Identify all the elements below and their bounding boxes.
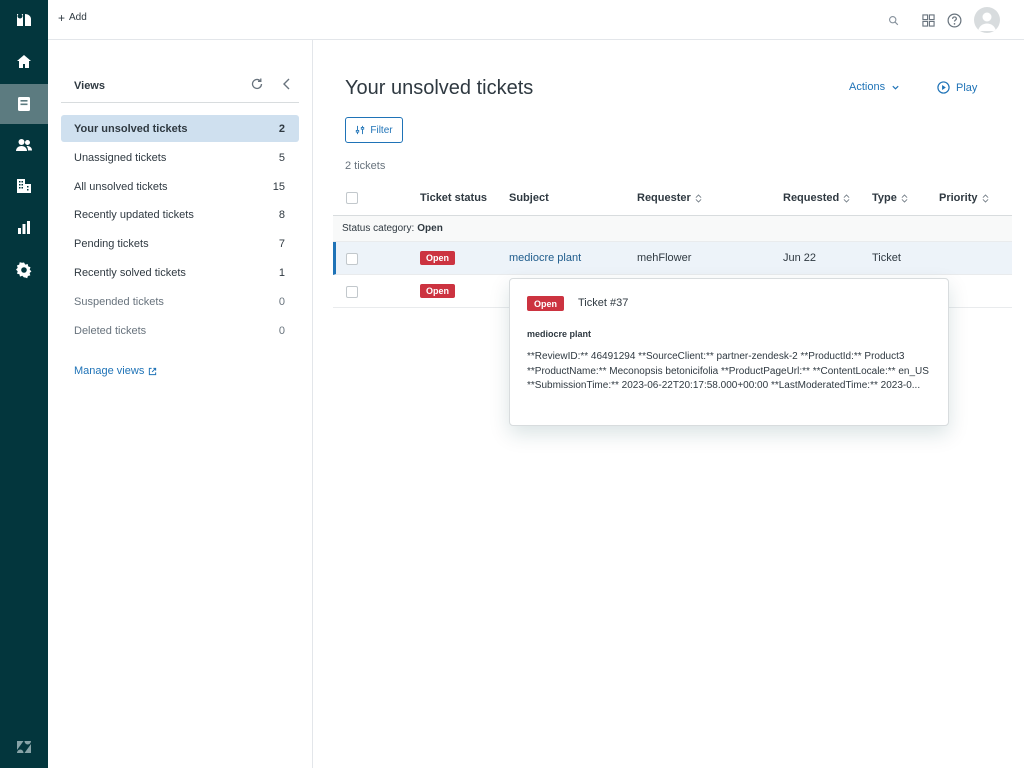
view-item-count: 0 bbox=[278, 295, 285, 308]
view-item-count: 2 bbox=[278, 122, 285, 135]
row-checkbox[interactable] bbox=[346, 253, 358, 265]
sort-icon bbox=[982, 193, 988, 203]
view-item-label: Recently updated tickets bbox=[74, 208, 194, 221]
view-item-recently-updated[interactable]: Recently updated tickets 8 bbox=[61, 201, 299, 228]
status-badge: Open bbox=[420, 251, 456, 265]
filter-sliders-icon bbox=[356, 125, 365, 135]
view-item-suspended[interactable]: Suspended tickets 0 bbox=[61, 288, 299, 315]
status-category-group-row: Status category: Open bbox=[333, 216, 1012, 242]
views-heading: Views bbox=[74, 80, 105, 92]
view-item-recently-solved[interactable]: Recently solved tickets 1 bbox=[61, 259, 299, 286]
organizations-icon[interactable] bbox=[0, 166, 48, 206]
popover-description: **ReviewID:** 46491294 **SourceClient:**… bbox=[527, 351, 929, 391]
column-priority[interactable]: Priority bbox=[939, 192, 989, 204]
view-item-count: 7 bbox=[278, 237, 285, 250]
actions-dropdown[interactable]: Actions bbox=[849, 81, 900, 93]
column-requester[interactable]: Requester bbox=[637, 192, 702, 204]
ticket-requested: Jun 22 bbox=[783, 252, 817, 264]
search-icon[interactable] bbox=[884, 11, 902, 29]
manage-views-label: Manage views bbox=[74, 365, 145, 377]
column-label: Requested bbox=[783, 192, 840, 204]
product-nav-rail bbox=[0, 0, 48, 768]
product-tray-icon[interactable] bbox=[919, 11, 937, 29]
column-label: Type bbox=[872, 192, 897, 204]
view-item-count: 1 bbox=[278, 266, 285, 279]
popover-subject: mediocre plant bbox=[527, 329, 592, 339]
views-divider bbox=[61, 102, 299, 103]
view-item-pending[interactable]: Pending tickets 7 bbox=[61, 230, 299, 257]
column-label: Ticket status bbox=[420, 192, 488, 204]
view-item-label: Pending tickets bbox=[74, 237, 149, 250]
view-item-label: Your unsolved tickets bbox=[74, 122, 188, 135]
column-ticket-status[interactable]: Ticket status bbox=[420, 192, 487, 204]
column-type[interactable]: Type bbox=[872, 192, 908, 204]
view-item-deleted[interactable]: Deleted tickets 0 bbox=[61, 317, 299, 344]
page-title: Your unsolved tickets bbox=[345, 77, 534, 99]
filter-label: Filter bbox=[370, 124, 393, 136]
view-item-count: 8 bbox=[278, 208, 285, 221]
column-requested[interactable]: Requested bbox=[783, 192, 850, 204]
external-link-icon bbox=[149, 367, 157, 375]
view-item-count: 0 bbox=[278, 324, 285, 337]
view-item-label: Recently solved tickets bbox=[74, 266, 186, 279]
group-label: Status category: bbox=[342, 223, 415, 234]
view-item-all-unsolved[interactable]: All unsolved tickets 15 bbox=[61, 173, 299, 200]
views-icon[interactable] bbox=[0, 84, 48, 124]
sort-icon bbox=[695, 193, 702, 203]
view-item-label: All unsolved tickets bbox=[74, 180, 168, 193]
table-header: Ticket status Subject Requester Requeste… bbox=[333, 181, 1012, 216]
collapse-panel-icon[interactable] bbox=[280, 77, 294, 91]
ticket-preview-popover: Open Ticket #37 mediocre plant **ReviewI… bbox=[509, 278, 949, 426]
row-checkbox[interactable] bbox=[346, 286, 358, 298]
table-row[interactable]: Open mediocre plant mehFlower Jun 22 Tic… bbox=[333, 242, 1012, 275]
user-avatar[interactable] bbox=[974, 7, 1000, 33]
view-item-label: Suspended tickets bbox=[74, 295, 164, 308]
chevron-down-icon bbox=[892, 85, 899, 90]
plus-icon: + bbox=[58, 10, 66, 25]
view-item-your-unsolved[interactable]: Your unsolved tickets 2 bbox=[61, 115, 299, 142]
actions-label: Actions bbox=[849, 81, 886, 93]
play-icon bbox=[937, 81, 950, 94]
column-label: Subject bbox=[509, 192, 549, 204]
ticket-requester: mehFlower bbox=[637, 252, 692, 264]
view-item-count: 5 bbox=[278, 151, 285, 164]
zendesk-products-icon[interactable] bbox=[0, 727, 48, 767]
sort-icon bbox=[843, 193, 850, 203]
reporting-icon[interactable] bbox=[0, 208, 48, 248]
add-button-label: Add bbox=[69, 12, 87, 23]
home-icon[interactable] bbox=[0, 42, 48, 82]
customers-icon[interactable] bbox=[0, 125, 48, 165]
popover-ticket-number: Ticket #37 bbox=[578, 297, 629, 309]
play-button[interactable]: Play bbox=[937, 81, 977, 94]
play-label: Play bbox=[956, 81, 978, 94]
top-bar: + Add bbox=[48, 0, 1024, 40]
manage-views-link[interactable]: Manage views bbox=[74, 365, 157, 377]
admin-gear-icon[interactable] bbox=[0, 250, 48, 290]
ticket-count: 2 tickets bbox=[345, 160, 386, 172]
status-badge: Open bbox=[420, 284, 456, 298]
filter-button[interactable]: Filter bbox=[345, 117, 403, 143]
group-value: Open bbox=[417, 223, 443, 234]
views-panel: Views Your unsolved tickets 2 Unassigned… bbox=[48, 40, 313, 768]
zendesk-logo-icon[interactable] bbox=[0, 0, 48, 40]
refresh-icon[interactable] bbox=[250, 77, 264, 91]
column-label: Priority bbox=[939, 192, 978, 204]
view-item-count: 15 bbox=[272, 180, 285, 193]
ticket-subject-link[interactable]: mediocre plant bbox=[509, 252, 581, 264]
add-button[interactable]: + Add bbox=[58, 10, 87, 25]
view-item-label: Deleted tickets bbox=[74, 324, 147, 337]
select-all-checkbox[interactable] bbox=[346, 192, 358, 204]
popover-status-badge: Open bbox=[527, 296, 565, 311]
view-item-unassigned[interactable]: Unassigned tickets 5 bbox=[61, 144, 299, 171]
column-subject[interactable]: Subject bbox=[509, 192, 549, 204]
sort-icon bbox=[901, 193, 908, 203]
help-icon[interactable] bbox=[945, 11, 963, 29]
ticket-type: Ticket bbox=[872, 252, 901, 264]
column-label: Requester bbox=[637, 192, 691, 204]
view-item-label: Unassigned tickets bbox=[74, 151, 167, 164]
